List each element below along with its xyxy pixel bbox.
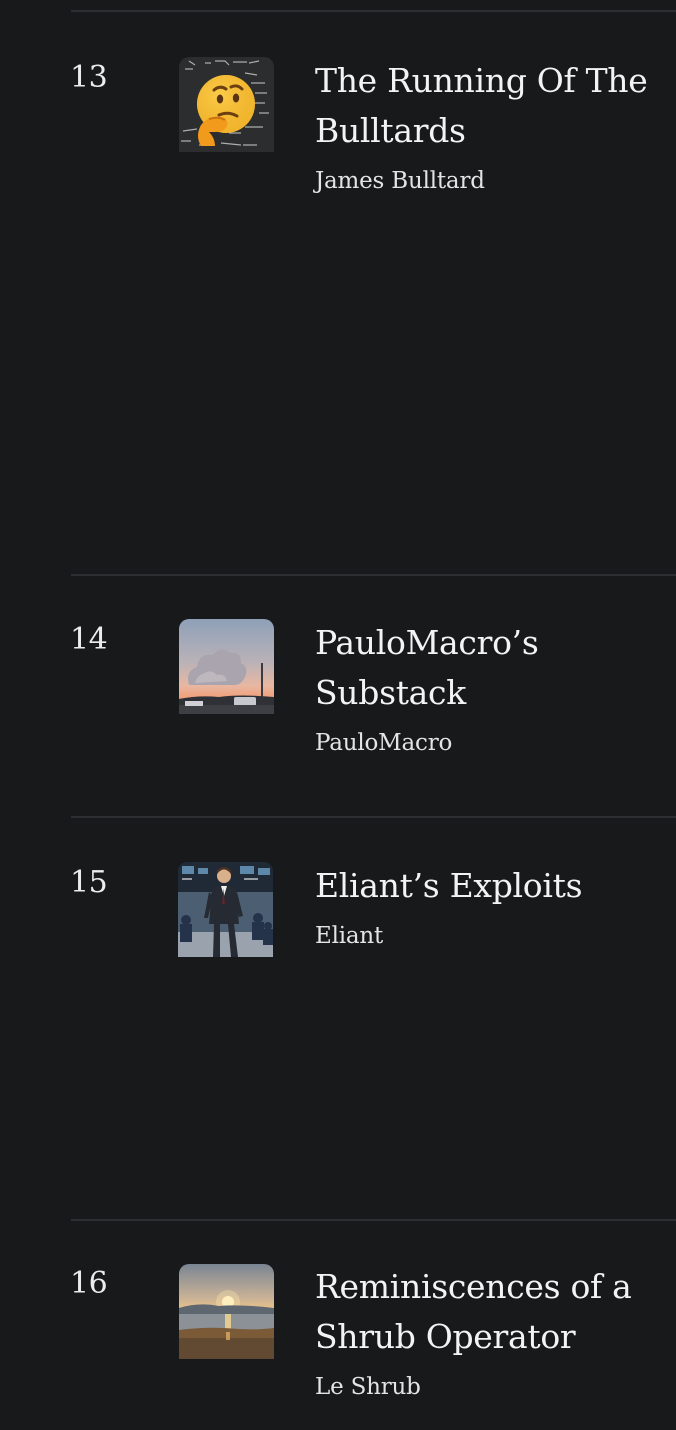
- publication-title[interactable]: Eliant’s Exploits: [315, 861, 665, 911]
- rank-number: 15: [70, 865, 108, 900]
- trader-suit-thumbnail[interactable]: [178, 862, 273, 957]
- sunset-clouds-image: [179, 619, 274, 714]
- rank-number: 16: [70, 1266, 108, 1301]
- publication-title[interactable]: PauloMacro’s Substack: [315, 618, 665, 718]
- sunset-clouds-thumbnail[interactable]: [179, 619, 274, 714]
- top-divider: [71, 10, 676, 12]
- publication-author[interactable]: James Bulltard: [315, 166, 485, 196]
- publication-author[interactable]: PauloMacro: [315, 728, 452, 758]
- row-divider: [71, 574, 676, 576]
- row-divider: [71, 816, 676, 818]
- publication-author[interactable]: Eliant: [315, 921, 383, 951]
- row-divider: [71, 1219, 676, 1221]
- publication-author[interactable]: Le Shrub: [315, 1372, 421, 1402]
- publication-title[interactable]: The Running Of The Bulltards: [315, 56, 665, 156]
- beach-sunset-thumbnail[interactable]: [179, 1264, 274, 1359]
- rank-number: 14: [70, 622, 108, 657]
- chalkboard-image: [179, 57, 274, 152]
- beach-sunset-image: [179, 1264, 274, 1359]
- thinking-face-thumbnail[interactable]: [179, 57, 274, 152]
- rank-number: 13: [70, 60, 108, 95]
- trading-floor-image: [178, 862, 273, 957]
- publication-title[interactable]: Reminiscences of a Shrub Operator: [315, 1262, 665, 1362]
